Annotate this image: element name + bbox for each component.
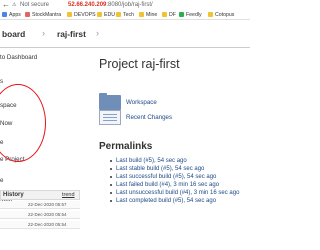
back-arrow-icon[interactable]: ← bbox=[2, 0, 10, 10]
notepad-icon[interactable] bbox=[99, 110, 121, 125]
trend-link[interactable]: trend bbox=[62, 191, 75, 199]
build-history-title: History bbox=[3, 192, 24, 198]
permalink-last-build[interactable]: Last build (#5), 54 sec ago bbox=[116, 157, 187, 165]
task-back-to-dashboard[interactable]: to Dashboard bbox=[0, 53, 37, 63]
chevron-right-icon: › bbox=[42, 28, 45, 38]
bullet bbox=[110, 192, 112, 194]
build-date[interactable]: 22-Dec-2020 05:57 bbox=[28, 201, 67, 208]
folder-icon bbox=[162, 11, 167, 17]
sidebar: to Dashboard s space Now e e Project e a… bbox=[0, 49, 88, 250]
folder-icon[interactable] bbox=[99, 93, 121, 110]
warning-icon[interactable]: ⚠ bbox=[12, 2, 16, 8]
bookmark-mine[interactable]: Mine bbox=[139, 11, 157, 19]
permalink-last-failed-build[interactable]: Last failed build (#4), 3 min 16 sec ago bbox=[116, 181, 219, 189]
task-move[interactable]: e bbox=[0, 176, 3, 186]
workspace-link[interactable]: Workspace bbox=[126, 99, 157, 107]
bookmark-apps[interactable]: Apps bbox=[2, 11, 21, 19]
breadcrumb-dashboard[interactable]: board bbox=[2, 28, 25, 40]
bookmark-devops[interactable]: DEVOPS bbox=[67, 11, 96, 19]
folder-icon bbox=[139, 11, 144, 17]
bookmark-stockmantra[interactable]: StockMantra bbox=[25, 11, 61, 19]
bullet bbox=[110, 184, 112, 186]
page-title: Project raj-first bbox=[99, 57, 180, 71]
bookmark-edu[interactable]: EDU bbox=[97, 11, 115, 19]
build-date[interactable]: 22-Dec-2020 05:54 bbox=[28, 211, 67, 218]
recent-changes-link[interactable]: Recent Changes bbox=[126, 114, 172, 122]
apps-icon bbox=[2, 11, 7, 17]
breadcrumb-job[interactable]: raj-first bbox=[57, 28, 86, 40]
breadcrumb: board › raj-first › bbox=[0, 20, 250, 48]
bullet bbox=[110, 200, 112, 202]
permalink-last-completed-build[interactable]: Last completed build (#5), 54 sec ago bbox=[116, 197, 216, 205]
bookmark-cotopus[interactable]: Cotopus bbox=[208, 11, 234, 19]
feedly-icon bbox=[179, 11, 184, 17]
permalink-last-unsuccessful-build[interactable]: Last unsuccessful build (#4), 3 min 16 s… bbox=[116, 189, 239, 197]
bullet bbox=[110, 176, 112, 178]
bullet bbox=[110, 168, 112, 170]
folder-icon bbox=[208, 11, 213, 17]
permalinks-title: Permalinks bbox=[99, 141, 153, 152]
folder-icon bbox=[25, 11, 30, 17]
bookmark-feedly[interactable]: Feedly bbox=[179, 11, 202, 19]
build-date[interactable]: 22-Dec-2020 05:54 bbox=[28, 221, 67, 228]
permalink-last-stable-build[interactable]: Last stable build (#5), 54 sec ago bbox=[116, 165, 204, 173]
folder-icon bbox=[97, 11, 102, 17]
bookmarks-bar: Apps StockMantra DEVOPS EDU Tech Mine DF… bbox=[0, 10, 250, 20]
chevron-right-icon: › bbox=[96, 28, 99, 38]
bullet bbox=[110, 160, 112, 162]
task-status[interactable]: s bbox=[0, 77, 3, 87]
annotation-circle bbox=[0, 84, 46, 162]
folder-icon bbox=[116, 11, 121, 17]
build-history-row[interactable]: 22-Dec-2020 05:54 bbox=[0, 221, 80, 229]
build-history-row[interactable]: 22-Dec-2020 05:54 bbox=[0, 211, 80, 219]
address-bar[interactable]: ← ⚠ Not secure 52.66.240.209:8080/job/ra… bbox=[0, 0, 250, 10]
bookmark-df[interactable]: DF bbox=[162, 11, 176, 19]
security-status[interactable]: Not secure bbox=[20, 1, 49, 9]
build-history-header: History trend bbox=[0, 190, 80, 200]
url-text[interactable]: 52.66.240.209:8080/job/raj-first/ bbox=[68, 1, 153, 9]
permalink-last-successful-build[interactable]: Last successful build (#5), 54 sec ago bbox=[116, 173, 216, 181]
build-history-row[interactable]: 22-Dec-2020 05:57 bbox=[0, 201, 80, 209]
bookmark-tech[interactable]: Tech bbox=[116, 11, 134, 19]
folder-icon bbox=[67, 11, 72, 17]
